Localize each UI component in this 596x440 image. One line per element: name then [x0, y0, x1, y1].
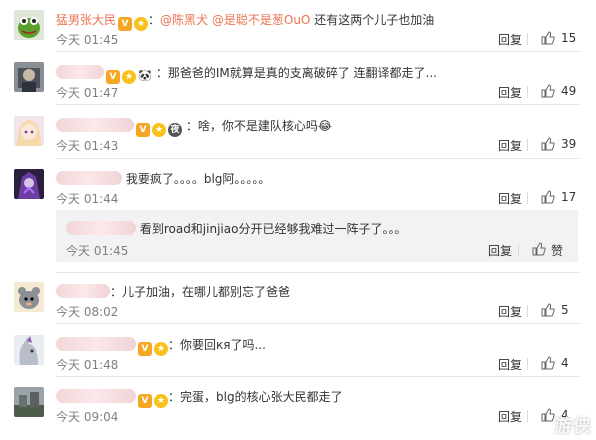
divider: [527, 305, 528, 317]
vip-badge-icon: V: [138, 394, 152, 408]
thumbs-up-icon[interactable]: [541, 356, 555, 370]
gold-medal-icon: ★: [154, 394, 168, 408]
reply-button[interactable]: 回复: [498, 356, 522, 373]
comment-text: ：完蛋，blg的核心张大民都走了: [168, 390, 343, 404]
vip-badge-icon: V: [138, 342, 152, 356]
divider: [527, 139, 528, 151]
like-count: 49: [561, 84, 577, 98]
comment-time: 今天 01:45: [56, 33, 119, 47]
like-count: 4: [561, 356, 569, 370]
comment-time: 今天 01:43: [56, 139, 119, 153]
avatar[interactable]: [14, 62, 44, 92]
avatar[interactable]: [14, 169, 44, 199]
blurred-username: [56, 389, 136, 403]
thumbs-up-icon[interactable]: [532, 242, 546, 256]
comment-time: 今天 09:04: [56, 410, 119, 424]
sub-reply: 看到road和jinjiao分开已经够我难过一阵子了。。。 今天 01:45 回…: [56, 210, 578, 262]
thumbs-up-icon[interactable]: [541, 31, 555, 45]
watermark: 游侠: [554, 416, 592, 437]
comment-text: ：啥，你不是建队核心吗: [185, 119, 318, 133]
panda-badge-icon: 🐼: [138, 69, 152, 83]
blurred-username: [56, 65, 104, 79]
blurred-username: [56, 171, 122, 185]
comment-username[interactable]: 猛男张大民: [56, 13, 116, 27]
night-badge-icon: 夜: [168, 123, 182, 137]
mention-link[interactable]: @陈黑犬: [160, 13, 208, 27]
avatar[interactable]: [14, 387, 44, 417]
comment-text: ：那爸爸的IM就算是真的支离破碎了 连翻译都走了...: [155, 66, 437, 80]
like-count: 39: [561, 137, 577, 151]
blurred-username: [56, 337, 136, 351]
reply-button[interactable]: 回复: [488, 242, 512, 259]
thumbs-up-icon[interactable]: [541, 137, 555, 151]
reply-button[interactable]: 回复: [498, 408, 522, 425]
thumbs-up-icon[interactable]: [541, 190, 555, 204]
sub-reply-time: 今天 01:45: [66, 244, 129, 258]
gold-medal-icon: ★: [152, 123, 166, 137]
blurred-username: [56, 118, 134, 132]
gold-medal-icon: ★: [134, 17, 149, 31]
like-button-label[interactable]: 赞: [551, 242, 563, 259]
divider: [56, 158, 580, 159]
gold-medal-icon: ★: [122, 70, 136, 84]
thumbs-up-icon[interactable]: [541, 84, 555, 98]
blurred-username: [56, 284, 110, 298]
thumbs-up-icon[interactable]: [541, 303, 555, 317]
sub-reply-text: 看到road和jinjiao分开已经够我难过一阵子了。。。: [139, 222, 407, 236]
gold-medal-icon: ★: [154, 342, 168, 356]
divider: [56, 376, 580, 377]
comment-time: 今天 01:44: [56, 192, 119, 206]
blurred-username: [66, 221, 136, 235]
comment-text: ：你要回кя了吗...: [168, 338, 266, 352]
vip-badge-icon: V: [106, 70, 120, 84]
laughing-emoji-icon: 😂: [317, 119, 332, 133]
divider: [527, 410, 528, 422]
avatar[interactable]: [14, 282, 44, 312]
avatar[interactable]: [14, 10, 44, 40]
comment-time: 今天 01:48: [56, 358, 119, 372]
divider: [56, 272, 580, 273]
divider: [527, 33, 528, 45]
divider: [527, 192, 528, 204]
vip-badge-icon: V: [118, 17, 133, 31]
comment-time: 今天 01:47: [56, 86, 119, 100]
avatar[interactable]: [14, 335, 44, 365]
divider: [56, 51, 580, 52]
vip-badge-icon: V: [136, 123, 150, 137]
divider: [527, 358, 528, 370]
comment-text: 还有这两个儿子也加油: [314, 13, 435, 27]
divider: [56, 323, 580, 324]
reply-button[interactable]: 回复: [498, 84, 522, 101]
mention-link[interactable]: @是聪不是葱OuO: [212, 13, 311, 27]
divider: [56, 104, 580, 105]
comment-time: 今天 08:02: [56, 305, 119, 319]
like-count: 5: [561, 303, 569, 317]
reply-button[interactable]: 回复: [498, 137, 522, 154]
reply-button[interactable]: 回复: [498, 190, 522, 207]
avatar[interactable]: [14, 116, 44, 146]
comment-text: 我要疯了。。。。blg阿。。。。。: [125, 172, 271, 186]
divider: [518, 244, 519, 256]
like-count: 17: [561, 190, 577, 204]
like-count: 15: [561, 31, 577, 45]
divider: [527, 86, 528, 98]
thumbs-up-icon[interactable]: [541, 408, 555, 422]
reply-button[interactable]: 回复: [498, 31, 522, 48]
reply-button[interactable]: 回复: [498, 303, 522, 320]
comment-text: ：儿子加油，在哪儿都别忘了爸爸: [110, 285, 291, 299]
